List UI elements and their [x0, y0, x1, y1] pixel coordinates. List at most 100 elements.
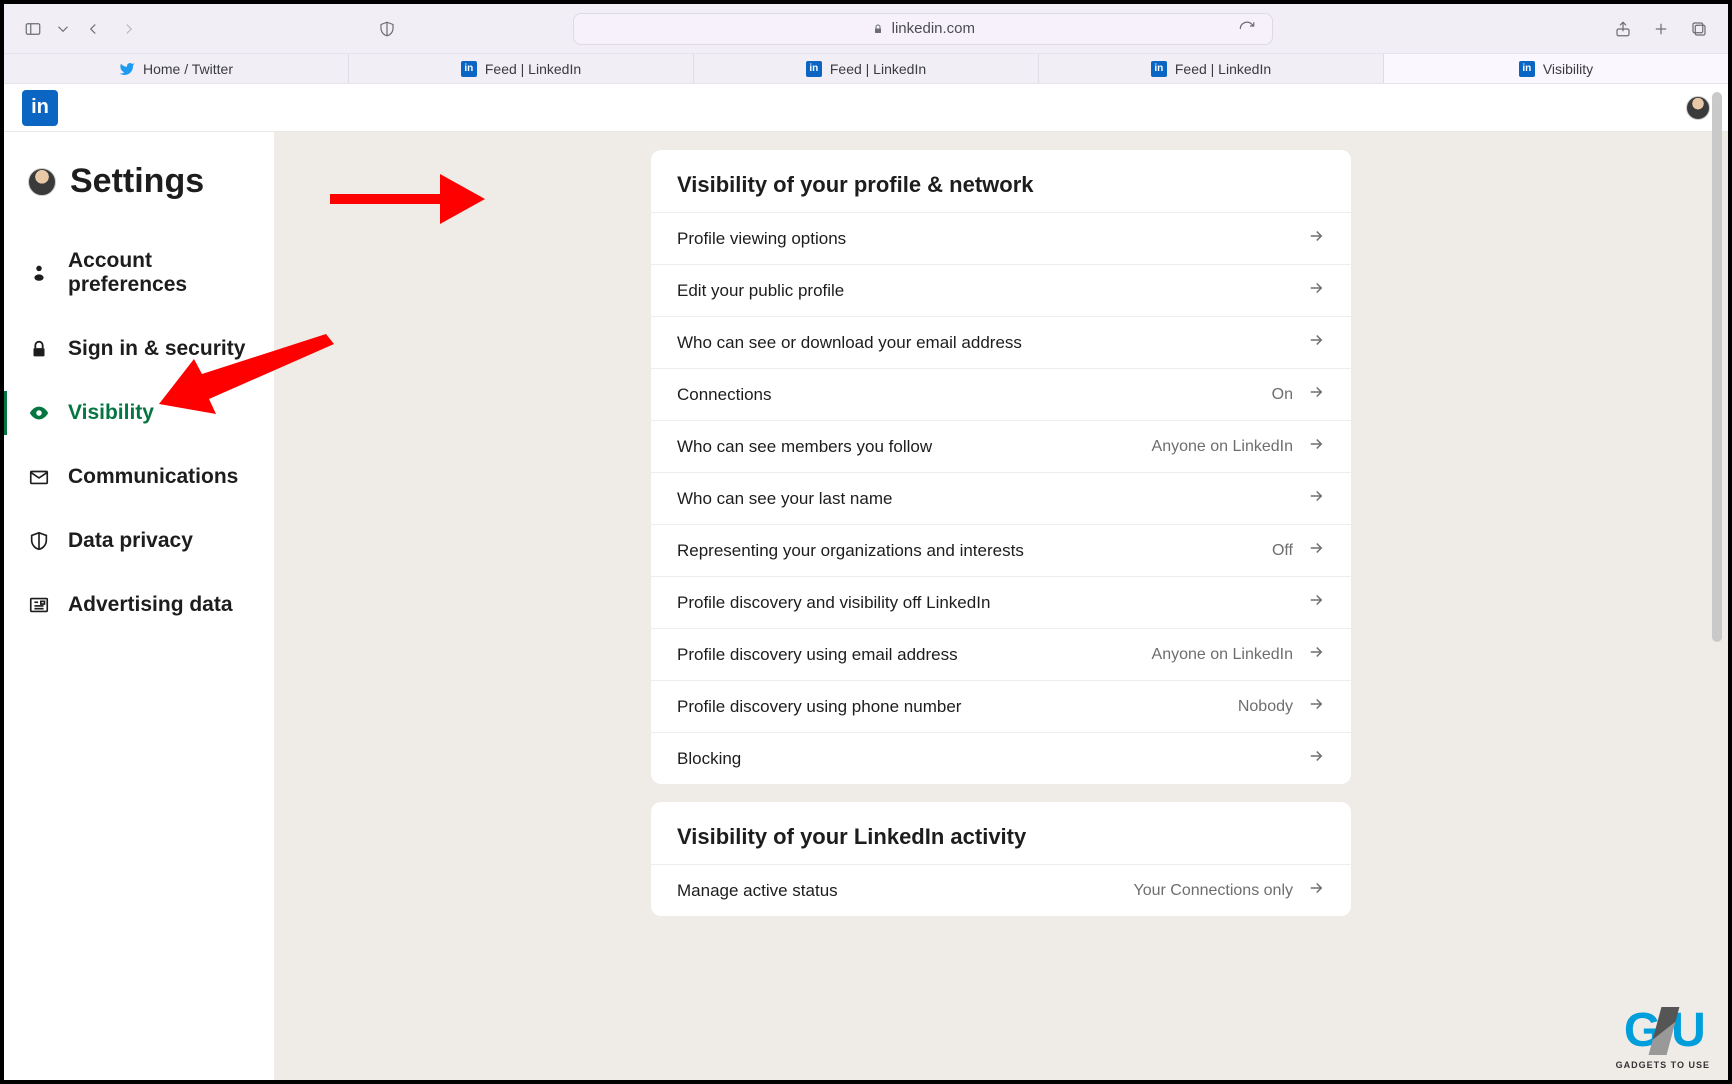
arrow-right-icon	[1307, 331, 1325, 354]
toolbar-dropdown-icon[interactable]	[54, 14, 72, 44]
row-label: Who can see members you follow	[677, 437, 1152, 457]
arrow-right-icon	[1307, 539, 1325, 562]
arrow-right-icon	[1307, 591, 1325, 614]
arrow-right-icon	[1307, 383, 1325, 406]
settings-row[interactable]: Who can see your last name	[651, 472, 1351, 524]
row-label: Who can see your last name	[677, 489, 1307, 509]
settings-row[interactable]: Profile discovery and visibility off Lin…	[651, 576, 1351, 628]
profile-avatar[interactable]	[1686, 96, 1710, 120]
settings-row[interactable]: Who can see or download your email addre…	[651, 316, 1351, 368]
row-label: Manage active status	[677, 881, 1133, 901]
card-title: Visibility of your profile & network	[651, 150, 1351, 212]
twitter-icon	[119, 61, 135, 77]
sidebar-item-label: Communications	[68, 465, 238, 489]
browser-tab-2[interactable]: in Feed | LinkedIn	[694, 54, 1039, 83]
settings-row[interactable]: Profile viewing options	[651, 212, 1351, 264]
browser-toolbar: linkedin.com	[4, 4, 1728, 54]
tabs-overview-button[interactable]	[1684, 14, 1714, 44]
privacy-shield-icon[interactable]	[372, 14, 402, 44]
sidebar-item-label: Visibility	[68, 401, 154, 425]
settings-row[interactable]: Edit your public profile	[651, 264, 1351, 316]
lock-icon	[28, 338, 50, 360]
arrow-right-icon	[1307, 487, 1325, 510]
row-value: On	[1272, 386, 1293, 404]
linkedin-icon: in	[806, 61, 822, 77]
tab-label: Feed | LinkedIn	[485, 61, 581, 77]
browser-tab-3[interactable]: in Feed | LinkedIn	[1039, 54, 1384, 83]
sidebar-item-data-privacy[interactable]: Data privacy	[4, 509, 274, 573]
browser-tab-4[interactable]: in Visibility	[1384, 54, 1728, 83]
row-label: Profile discovery and visibility off Lin…	[677, 593, 1307, 613]
main-panel: Visibility of your profile & network Pro…	[274, 132, 1728, 1080]
browser-tab-1[interactable]: in Feed | LinkedIn	[349, 54, 694, 83]
sidebar-item-signin-security[interactable]: Sign in & security	[4, 317, 274, 381]
sidebar-toggle-button[interactable]	[18, 14, 48, 44]
forward-button[interactable]	[114, 14, 144, 44]
arrow-right-icon	[1307, 695, 1325, 718]
row-label: Profile discovery using email address	[677, 645, 1152, 665]
settings-row[interactable]: Profile discovery using phone numberNobo…	[651, 680, 1351, 732]
mail-icon	[28, 466, 50, 488]
linkedin-icon: in	[1151, 61, 1167, 77]
row-value: Your Connections only	[1133, 882, 1293, 900]
row-label: Edit your public profile	[677, 281, 1307, 301]
tab-label: Visibility	[1543, 61, 1593, 77]
sidebar-item-visibility[interactable]: Visibility	[4, 381, 274, 445]
arrow-right-icon	[1307, 879, 1325, 902]
settings-sidebar: Settings Account preferences Sign in & s…	[4, 132, 274, 1080]
address-bar[interactable]: linkedin.com	[573, 13, 1273, 45]
visibility-activity-card: Visibility of your LinkedIn activity Man…	[651, 802, 1351, 916]
share-button[interactable]	[1608, 14, 1638, 44]
arrow-right-icon	[1307, 279, 1325, 302]
person-icon	[28, 262, 50, 284]
visibility-profile-card: Visibility of your profile & network Pro…	[651, 150, 1351, 784]
linkedin-logo[interactable]: in	[22, 90, 58, 126]
row-label: Profile discovery using phone number	[677, 697, 1238, 717]
settings-avatar	[28, 168, 56, 196]
linkedin-icon: in	[461, 61, 477, 77]
arrow-right-icon	[1307, 227, 1325, 250]
tab-label: Feed | LinkedIn	[1175, 61, 1271, 77]
sidebar-item-advertising-data[interactable]: Advertising data	[4, 573, 274, 637]
reload-button[interactable]	[1232, 14, 1262, 44]
back-button[interactable]	[78, 14, 108, 44]
address-text: linkedin.com	[892, 20, 975, 37]
settings-row[interactable]: Who can see members you followAnyone on …	[651, 420, 1351, 472]
eye-icon	[28, 402, 50, 424]
watermark: GU GADGETS TO USE	[1616, 1003, 1710, 1070]
browser-tab-0[interactable]: Home / Twitter	[4, 54, 349, 83]
settings-title: Settings	[70, 162, 204, 201]
tab-label: Home / Twitter	[143, 61, 233, 77]
row-value: Nobody	[1238, 698, 1293, 716]
content-area: Settings Account preferences Sign in & s…	[4, 132, 1728, 1080]
watermark-text: GADGETS TO USE	[1616, 1060, 1710, 1070]
tab-label: Feed | LinkedIn	[830, 61, 926, 77]
arrow-right-icon	[1307, 747, 1325, 770]
row-label: Representing your organizations and inte…	[677, 541, 1272, 561]
sidebar-item-label: Account preferences	[68, 249, 250, 297]
scrollbar[interactable]	[1712, 92, 1722, 712]
settings-row[interactable]: Manage active statusYour Connections onl…	[651, 864, 1351, 916]
card-title: Visibility of your LinkedIn activity	[651, 802, 1351, 864]
settings-row[interactable]: Blocking	[651, 732, 1351, 784]
row-label: Connections	[677, 385, 1272, 405]
tab-strip: Home / Twitter in Feed | LinkedIn in Fee…	[4, 54, 1728, 84]
row-label: Who can see or download your email addre…	[677, 333, 1307, 353]
row-value: Anyone on LinkedIn	[1152, 646, 1293, 664]
settings-row[interactable]: Profile discovery using email addressAny…	[651, 628, 1351, 680]
sidebar-item-communications[interactable]: Communications	[4, 445, 274, 509]
sidebar-item-label: Data privacy	[68, 529, 193, 553]
row-label: Profile viewing options	[677, 229, 1307, 249]
settings-row[interactable]: ConnectionsOn	[651, 368, 1351, 420]
scrollbar-thumb[interactable]	[1712, 92, 1722, 642]
app-header: in	[4, 84, 1728, 132]
arrow-right-icon	[1307, 435, 1325, 458]
sidebar-item-label: Sign in & security	[68, 337, 245, 361]
sidebar-item-account-preferences[interactable]: Account preferences	[4, 229, 274, 317]
shield-icon	[28, 530, 50, 552]
new-tab-button[interactable]	[1646, 14, 1676, 44]
settings-row[interactable]: Representing your organizations and inte…	[651, 524, 1351, 576]
arrow-right-icon	[1307, 643, 1325, 666]
news-icon	[28, 594, 50, 616]
settings-header: Settings	[4, 156, 274, 229]
